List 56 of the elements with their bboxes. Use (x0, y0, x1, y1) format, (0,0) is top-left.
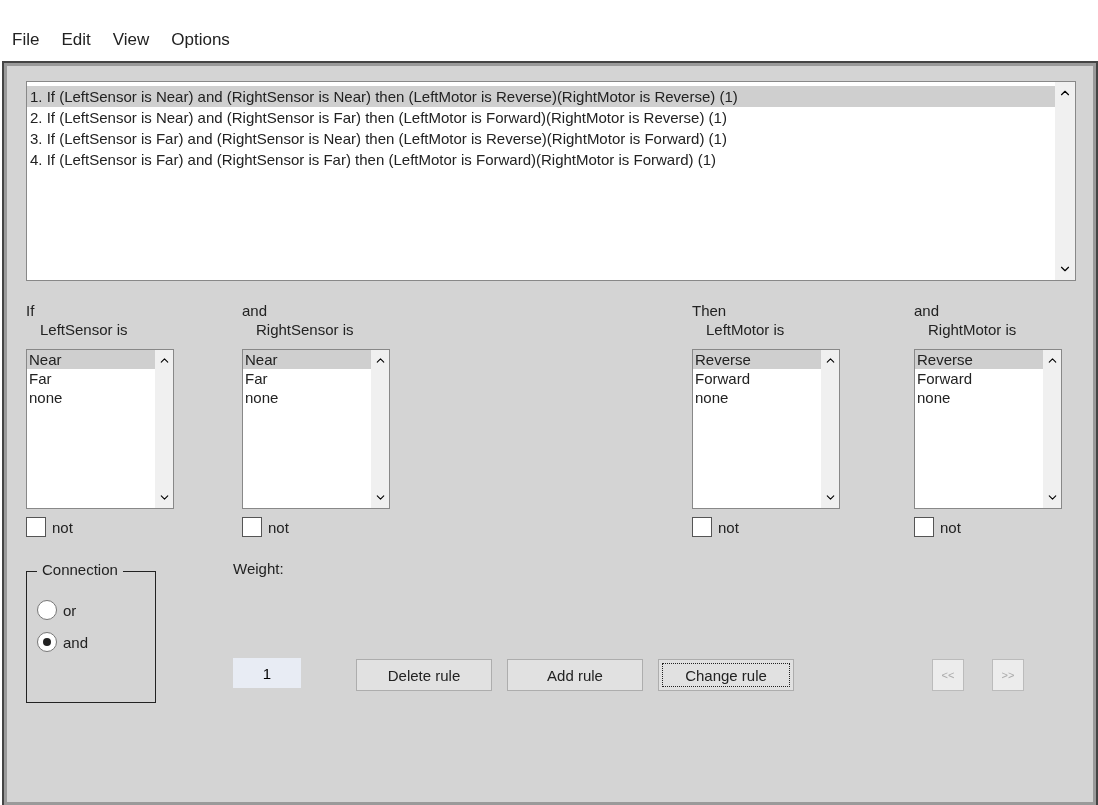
menu-item[interactable]: Edit (61, 30, 91, 61)
scrollbar[interactable] (155, 350, 173, 508)
not-checkbox[interactable] (26, 517, 46, 537)
rule-list[interactable] (26, 81, 1076, 281)
rule-item[interactable]: 3. If (LeftSensor is Far) and (RightSensor is Near) then (LeftMotor is Reverse)(RightMotor is Forward) (1) (27, 128, 1055, 149)
list-option[interactable]: Forward (915, 369, 1043, 388)
membership-list[interactable]: Near Far none (242, 349, 390, 509)
membership-list[interactable]: Reverse Forward none (692, 349, 840, 509)
weight-field[interactable]: 1 (233, 658, 301, 688)
rule-item[interactable]: 4. If (LeftSensor is Far) and (RightSensor is Far) then (LeftMotor is Forward)(RightMotor is Forward) (1) (27, 149, 1055, 170)
rule-button[interactable]: Change rule (658, 659, 794, 691)
list-option[interactable]: none (693, 388, 821, 407)
checkbox-label: not (940, 517, 961, 537)
list-option[interactable]: Far (27, 369, 155, 388)
group-title: Connection (37, 561, 123, 578)
list-option[interactable]: Near (243, 350, 371, 369)
radio-label: or (63, 600, 77, 620)
radio-button[interactable] (37, 632, 57, 652)
connector-label: Then (692, 301, 728, 320)
weight-label: Weight: (233, 559, 285, 578)
variable-label: LeftMotor is (705, 320, 786, 339)
membership-list[interactable]: Reverse Forward none (914, 349, 1062, 509)
checkbox-label: not (718, 517, 739, 537)
variable-label: LeftSensor is (39, 320, 129, 339)
list-option[interactable]: Far (243, 369, 371, 388)
list-option[interactable]: Forward (693, 369, 821, 388)
not-checkbox[interactable] (914, 517, 934, 537)
list-option[interactable]: Reverse (693, 350, 821, 369)
list-option[interactable]: Near (27, 350, 155, 369)
menu-item[interactable]: View (112, 30, 150, 61)
connector-label: and (242, 301, 269, 320)
list-option[interactable]: none (915, 388, 1043, 407)
menu-item[interactable]: Options (171, 30, 230, 61)
rule-item[interactable]: 2. If (LeftSensor is Near) and (RightSensor is Far) then (LeftMotor is Forward)(RightMotor is Reverse) (1) (27, 107, 1055, 128)
scrollbar[interactable] (1055, 82, 1075, 280)
not-checkbox[interactable] (692, 517, 712, 537)
radio-label: and (63, 632, 89, 652)
connector-label: If (26, 301, 36, 320)
variable-label: RightSensor is (255, 320, 355, 339)
membership-list[interactable]: Near Far none (26, 349, 174, 509)
scrollbar[interactable] (1043, 350, 1061, 508)
radio-button[interactable] (37, 600, 57, 620)
rule-button[interactable]: Delete rule (356, 659, 492, 691)
list-option[interactable]: none (243, 388, 371, 407)
variable-label: RightMotor is (927, 320, 1018, 339)
checkbox-label: not (52, 517, 73, 537)
scrollbar[interactable] (821, 350, 839, 508)
rule-button[interactable]: Add rule (507, 659, 643, 691)
connector-label: and (914, 301, 941, 320)
checkbox-label: not (268, 517, 289, 537)
not-checkbox[interactable] (242, 517, 262, 537)
list-option[interactable]: none (27, 388, 155, 407)
rule-item[interactable]: 1. If (LeftSensor is Near) and (RightSensor is Near) then (LeftMotor is Reverse)(RightMotor is Reverse) (1) (27, 86, 1055, 107)
menu-item[interactable]: File (12, 30, 40, 61)
scrollbar[interactable] (371, 350, 389, 508)
list-option[interactable]: Reverse (915, 350, 1043, 369)
